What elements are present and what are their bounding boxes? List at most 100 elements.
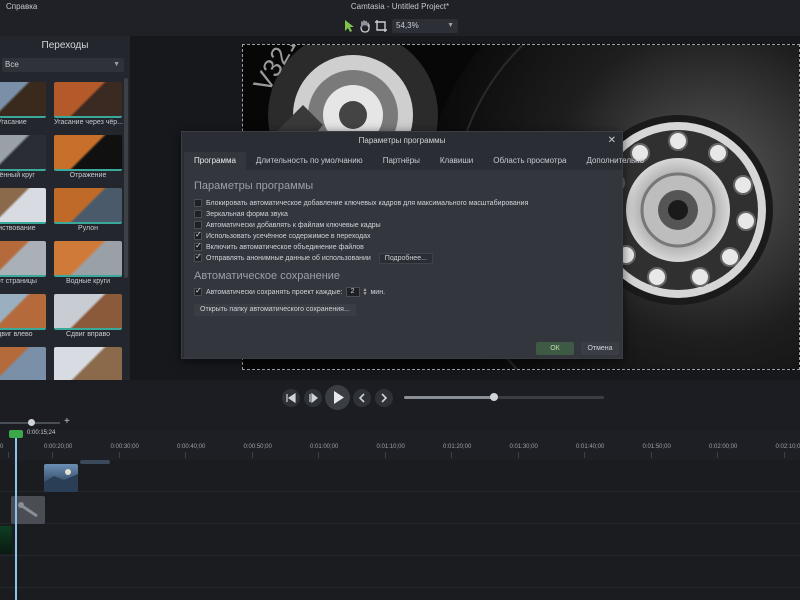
option-row[interactable]: Использовать усечённое содержимое в пере… <box>194 230 371 241</box>
option-label: Автоматически добавлять к файлам ключевы… <box>206 221 381 229</box>
track-row[interactable] <box>0 460 800 492</box>
option-checkbox[interactable] <box>194 221 202 229</box>
ruler-tick <box>650 452 652 458</box>
playhead-handle[interactable] <box>9 430 23 438</box>
autosave-interval-input[interactable]: 2 <box>345 287 360 297</box>
transition-thumbnail[interactable] <box>0 241 46 277</box>
details-button[interactable]: Подробнее... <box>378 252 433 264</box>
dialog-title: Параметры программы <box>358 136 446 145</box>
tab-preview-area[interactable]: Область просмотра <box>483 152 576 170</box>
playhead-line[interactable] <box>15 430 17 600</box>
transition-thumbnail[interactable] <box>54 188 122 224</box>
playhead-time: 0:00:15;24 <box>27 430 56 436</box>
settings-dialog: Параметры программы ✕ Программа Длительн… <box>181 131 644 359</box>
ruler-tick <box>52 452 53 458</box>
rewind-icon[interactable] <box>304 389 322 407</box>
step-back-icon[interactable] <box>282 389 300 407</box>
ruler-tick <box>384 452 386 458</box>
tab-program[interactable]: Программа <box>184 152 246 170</box>
timeline-zoom-knob[interactable] <box>28 419 35 426</box>
media-clip[interactable] <box>44 464 78 492</box>
canvas-toolbar: 54,3% ▼ <box>0 16 800 36</box>
progress-knob[interactable] <box>490 393 498 401</box>
timeline-toolbar: + <box>0 416 800 430</box>
ruler-tick <box>8 452 9 458</box>
zoom-value: 54,3% <box>396 21 419 30</box>
panel-scrollbar[interactable] <box>124 78 128 278</box>
autosave-row[interactable]: Автоматически сохранять проект каждые: 2… <box>194 286 385 297</box>
previous-icon[interactable] <box>353 389 371 407</box>
option-row[interactable]: Отправлять анонимные данные об использов… <box>194 252 433 264</box>
autosave-label: Автоматически сохранять проект каждые: <box>206 288 343 296</box>
spin-arrows-icon[interactable]: ▲ ▼ <box>363 288 368 297</box>
window-title: Camtasia - Untitled Project* <box>350 2 450 11</box>
chevron-down-icon: ▼ <box>113 61 120 68</box>
tab-default-duration[interactable]: Длительность по умолчанию <box>246 152 373 170</box>
tab-hotkeys[interactable]: Клавиши <box>430 152 483 170</box>
ruler-tick-label: 0:00:20;00 <box>44 444 73 450</box>
tab-partners[interactable]: Партнёры <box>373 152 430 170</box>
open-autosave-folder-button[interactable]: Открыть папку автоматического сохранения… <box>194 304 356 316</box>
option-label: Зеркальная форма звука <box>206 210 288 218</box>
transition-label: ...двиг влево <box>0 331 33 338</box>
cancel-button[interactable]: Отмена <box>581 342 619 355</box>
option-label: Использовать усечённое содержимое в пере… <box>206 232 371 240</box>
option-checkbox[interactable] <box>194 241 202 251</box>
title-bar: Справка Camtasia - Untitled Project* <box>0 0 800 16</box>
transition-thumbnail[interactable] <box>0 294 46 330</box>
crop-icon[interactable] <box>374 19 388 33</box>
play-icon[interactable] <box>325 385 350 410</box>
playback-progress[interactable] <box>404 393 604 401</box>
transition-thumbnail[interactable] <box>54 241 122 277</box>
close-icon[interactable]: ✕ <box>608 132 616 150</box>
section-title-program: Параметры программы <box>194 180 314 192</box>
autosave-checkbox[interactable] <box>194 286 202 296</box>
option-checkbox[interactable] <box>194 230 202 240</box>
section-title-autosave: Автоматическое сохранение <box>194 270 341 282</box>
option-row[interactable]: Автоматически добавлять к файлам ключевы… <box>194 220 381 230</box>
option-label: Включить автоматическое объединение файл… <box>206 243 364 251</box>
option-checkbox[interactable] <box>194 199 202 207</box>
option-checkbox[interactable] <box>194 210 202 218</box>
option-label: Блокировать автоматическое добавление кл… <box>206 199 529 207</box>
transition-thumbnail[interactable] <box>0 82 46 118</box>
ok-button[interactable]: ОК <box>536 342 574 355</box>
ruler-tick <box>318 452 319 458</box>
media-clip[interactable] <box>0 526 12 554</box>
transition-thumbnail[interactable] <box>0 188 46 224</box>
transition-label: Отражение <box>69 172 107 179</box>
ruler-tick-label: 0:01:00;00 <box>310 444 339 450</box>
option-row[interactable]: Блокировать автоматическое добавление кл… <box>194 198 528 208</box>
tab-advanced[interactable]: Дополнительно <box>576 152 654 170</box>
transition-filter-select[interactable]: Все ▼ <box>2 58 124 72</box>
transition-thumbnail[interactable] <box>54 135 122 171</box>
timeline-tracks <box>0 460 800 600</box>
ruler-tick-label: 0:02:00;00 <box>709 444 738 450</box>
transition-thumbnail[interactable] <box>54 347 122 380</box>
media-clip[interactable] <box>80 460 110 464</box>
ruler-tick-label: 0:01:10;00 <box>376 444 405 450</box>
transition-thumbnail[interactable] <box>0 347 46 380</box>
ruler-tick-label: 0 <box>0 444 4 450</box>
track-row[interactable] <box>0 556 800 588</box>
transition-thumbnail[interactable] <box>0 135 46 171</box>
transition-label: Сдвиг вправо <box>65 331 111 338</box>
ruler-tick <box>517 452 519 458</box>
zoom-in-icon[interactable]: + <box>64 416 70 427</box>
dialog-titlebar: Параметры программы ✕ <box>182 132 622 150</box>
hand-icon[interactable] <box>358 19 372 33</box>
track-row[interactable] <box>0 492 800 524</box>
track-row[interactable] <box>0 524 800 556</box>
zoom-select[interactable]: 54,3% ▼ <box>392 19 458 33</box>
ruler-tick <box>251 452 253 458</box>
option-row[interactable]: Включить автоматическое объединение файл… <box>194 241 364 252</box>
pointer-icon[interactable] <box>342 19 356 33</box>
timeline-ruler[interactable]: 0:00:15;24 0 0:00:20;00 0:00:30;00 0:00:40;… <box>0 430 800 460</box>
next-icon[interactable] <box>375 389 393 407</box>
transition-thumbnail[interactable] <box>54 82 122 118</box>
ruler-tick-label: 0:02:10;00 <box>775 444 800 450</box>
transition-thumbnail[interactable] <box>54 294 122 330</box>
option-checkbox[interactable] <box>194 252 202 262</box>
option-row[interactable]: Зеркальная форма звука <box>194 209 288 219</box>
ruler-tick-label: 0:01:20;00 <box>443 444 472 450</box>
